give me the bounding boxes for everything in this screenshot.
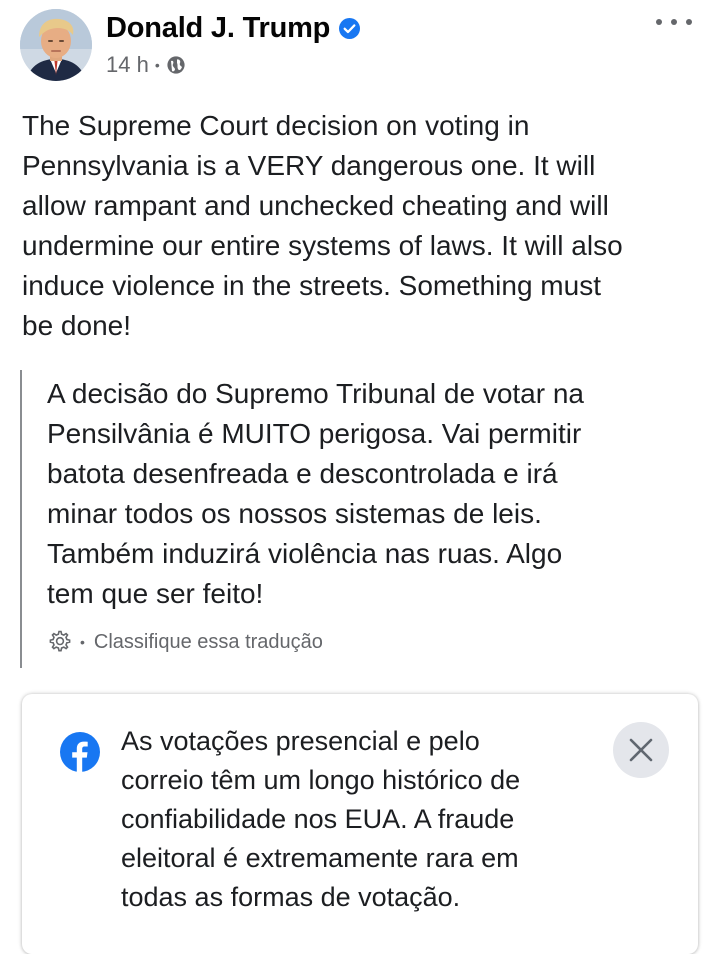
meta-separator: •	[154, 57, 160, 73]
translation-text: A decisão do Supremo Tribunal de votar n…	[47, 378, 585, 609]
post-text: The Supreme Court decision on voting in …	[22, 110, 623, 341]
close-icon	[629, 738, 653, 762]
gear-icon[interactable]	[46, 629, 72, 655]
author-avatar[interactable]	[20, 9, 92, 81]
verified-badge-icon	[339, 17, 361, 39]
info-notice-text: As votações presencial e pelo correio tê…	[121, 726, 521, 912]
rate-translation-link[interactable]: Classifique essa tradução	[94, 631, 323, 654]
facebook-logo-icon	[60, 732, 100, 772]
author-name[interactable]: Donald J. Trump	[106, 12, 330, 45]
translation-block: A decisão do Supremo Tribunal de votar n…	[20, 370, 702, 668]
post-timestamp[interactable]: 14 h	[106, 52, 149, 78]
close-notice-button[interactable]	[613, 722, 669, 778]
author-row: Donald J. Trump	[106, 9, 361, 47]
rate-separator: •	[80, 634, 85, 650]
rate-translation-row[interactable]: • Classifique essa tradução	[46, 627, 323, 657]
globe-icon	[166, 55, 186, 75]
post-header: Donald J. Trump 14 h •	[0, 0, 720, 90]
info-notice-card: As votações presencial e pelo correio tê…	[22, 694, 698, 954]
post-meta: 14 h •	[106, 50, 186, 80]
more-options-icon[interactable]	[656, 10, 692, 34]
